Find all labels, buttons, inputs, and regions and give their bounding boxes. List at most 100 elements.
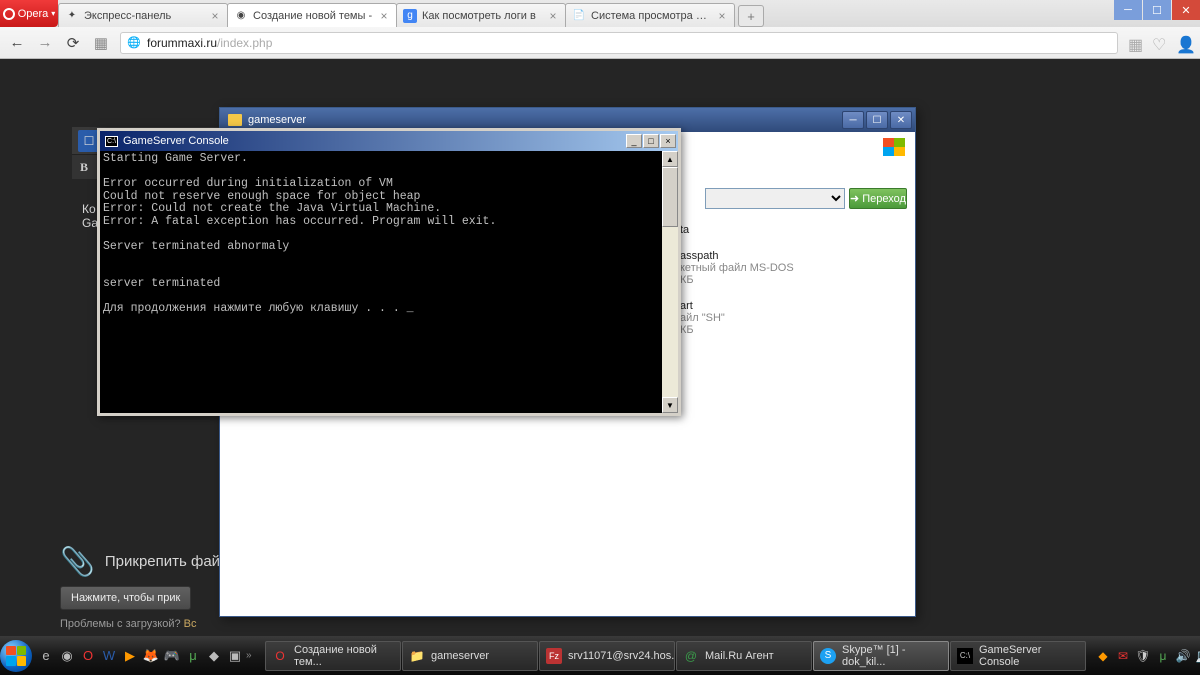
task-mailru[interactable]: @Mail.Ru Агент [676,641,812,671]
explorer-address: ➜ Переход [705,188,907,209]
tray-icon[interactable]: 🔊 [1175,648,1191,664]
grid-icon[interactable]: ▦ [1128,35,1144,51]
app-icon[interactable]: ◆ [204,642,224,670]
chrome-icon[interactable]: ◉ [57,642,77,670]
list-item[interactable]: art айл "SH" КБ [680,300,794,336]
address-bar: ← → ⟳ ▦ 🌐 forummaxi.ru/index.php ▦ ♡ 👤 [0,27,1200,59]
taskbar-buttons: OСоздание новой тем... 📁gameserver Fzsrv… [262,636,1089,675]
cmd-icon: C:\ [957,648,973,664]
close-icon[interactable]: × [716,10,728,22]
firefox-icon[interactable]: 🦊 [141,642,161,670]
favicon-icon: ✦ [65,9,79,23]
app-icon[interactable]: ▣ [225,642,245,670]
bold-button[interactable]: B [80,160,88,175]
start-button[interactable] [0,636,32,675]
task-opera[interactable]: OСоздание новой тем... [265,641,401,671]
folder-icon [228,114,242,126]
opera-logo-icon [3,8,15,20]
attach-button[interactable]: Нажмите, чтобы прик [60,586,191,610]
filezilla-icon: Fz [546,648,562,664]
cmd-icon: C:\ [105,136,118,147]
console-title-text: GameServer Console [123,135,229,147]
minimize-button[interactable]: ─ [1114,0,1142,20]
task-console[interactable]: C:\GameServer Console [950,641,1086,671]
favicon-icon: g [403,9,417,23]
help-link[interactable]: Вс [184,618,197,630]
skype-icon: S [820,648,836,664]
attach-help: Проблемы с загрузкой? Вс [60,618,1000,630]
address-select[interactable] [705,188,845,209]
favicon-icon: 📄 [572,9,586,23]
quick-launch: e ◉ O W ▶ 🦊 🎮 μ ◆ ▣ » [32,642,262,670]
tab-logs[interactable]: 📄Система просмотра лог× [565,3,735,27]
close-button[interactable]: ✕ [890,111,912,129]
opera-icon: O [272,648,288,664]
tray-icon[interactable]: 💻 [1195,648,1200,664]
url-domain: forummaxi.ru [147,36,217,50]
content-label: Ко Ga [82,202,98,230]
media-icon[interactable]: ▶ [120,642,140,670]
task-explorer[interactable]: 📁gameserver [402,641,538,671]
scroll-down-icon[interactable]: ▼ [662,397,678,413]
forward-button[interactable]: → [36,34,54,52]
favicon-icon: ◉ [234,9,248,23]
opera-label: Opera [18,8,49,20]
console-body: Starting Game Server. Error occurred dur… [100,151,678,413]
maximize-button[interactable]: □ [643,134,659,148]
reload-button[interactable]: ⟳ [64,34,82,52]
close-button[interactable]: × [660,134,676,148]
user-icon[interactable]: 👤 [1176,35,1192,51]
heart-icon[interactable]: ♡ [1152,35,1168,51]
ie-icon[interactable]: e [36,642,56,670]
console-titlebar[interactable]: C:\ GameServer Console _ □ × [100,131,678,151]
maximize-button[interactable]: ☐ [1143,0,1171,20]
list-item[interactable]: asspath кетный файл MS-DOS КБ [680,250,794,286]
folder-icon: 📁 [409,648,425,664]
utorrent-icon[interactable]: μ [183,642,203,670]
apps-icon[interactable]: ▦ [92,34,110,52]
tray-icon[interactable]: ✉ [1115,648,1131,664]
tray-icon[interactable]: 🛡 [1135,648,1151,664]
opera-icon[interactable]: O [78,642,98,670]
go-button[interactable]: ➜ Переход [849,188,907,209]
word-icon[interactable]: W [99,642,119,670]
opera-menu-button[interactable]: Opera ▾ [0,0,58,27]
console-output[interactable]: Starting Game Server. Error occurred dur… [100,151,662,413]
close-button[interactable]: ✕ [1172,0,1200,20]
game-icon[interactable]: 🎮 [162,642,182,670]
url-path: /index.php [217,36,272,50]
new-tab-button[interactable]: + [738,5,764,27]
mailru-icon: @ [683,648,699,664]
scroll-up-icon[interactable]: ▲ [662,151,678,167]
tray-icon[interactable]: μ [1155,648,1171,664]
tab-forum[interactable]: ◉Создание новой темы - × [227,3,397,27]
scrollbar[interactable]: ▲ ▼ [662,151,678,413]
list-item[interactable]: ta [680,224,794,236]
windows-logo-icon [883,138,905,156]
tab-google[interactable]: gКак посмотреть логи в× [396,3,566,27]
system-tray: ◆ ✉ 🛡 μ 🔊 💻 S ⚙ ▴ [1089,648,1200,664]
globe-icon: 🌐 [127,36,141,50]
browser-titlebar: Opera ▾ ✦Экспресс-панель× ◉Создание ново… [0,0,1200,27]
close-icon[interactable]: × [209,10,221,22]
back-button[interactable]: ← [8,34,26,52]
tab-express-panel[interactable]: ✦Экспресс-панель× [58,3,228,27]
taskbar: e ◉ O W ▶ 🦊 🎮 μ ◆ ▣ » OСоздание новой те… [0,636,1200,675]
paperclip-icon: 📎 [60,545,95,578]
close-icon[interactable]: × [547,10,559,22]
browser-tabs: ✦Экспресс-панель× ◉Создание новой темы -… [58,0,1114,27]
task-skype[interactable]: SSkype™ [1] - dok_kil... [813,641,949,671]
minimize-button[interactable]: _ [626,134,642,148]
file-list: ta asspath кетный файл MS-DOS КБ art айл… [680,224,794,350]
tray-icon[interactable]: ◆ [1095,648,1111,664]
scroll-thumb[interactable] [662,167,678,227]
explorer-title-text: gameserver [248,114,306,126]
windows-logo-icon [0,640,32,672]
close-icon[interactable]: × [378,10,390,22]
expand-icon[interactable]: » [246,642,258,670]
minimize-button[interactable]: ─ [842,111,864,129]
url-field[interactable]: 🌐 forummaxi.ru/index.php [120,32,1118,54]
task-filezilla[interactable]: Fzsrv11071@srv24.hos... [539,641,675,671]
maximize-button[interactable]: ☐ [866,111,888,129]
window-controls: ─ ☐ ✕ [1114,0,1200,20]
